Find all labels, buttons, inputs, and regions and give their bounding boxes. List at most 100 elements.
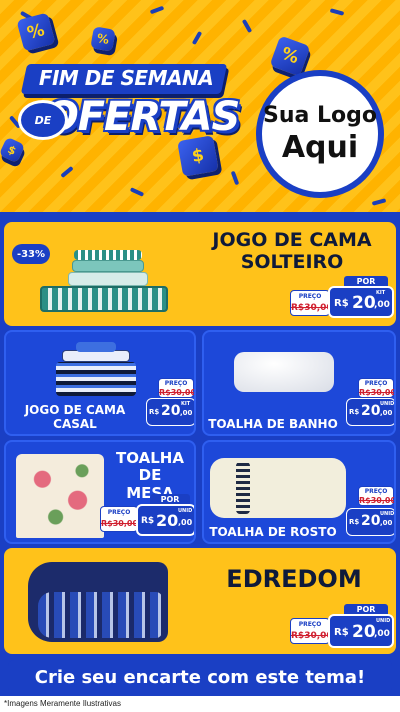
current-price-box: R$ 20 KIT ,00	[146, 398, 194, 426]
old-price-label: PREÇO	[364, 380, 388, 387]
old-price-value: R$30,00	[359, 496, 396, 505]
price-value: 20	[361, 513, 381, 529]
current-price-box: R$ 20 UNID ,00	[346, 508, 395, 536]
product-title: TOALHA DE BANHO	[206, 417, 340, 432]
old-price-value: R$30,00	[291, 631, 333, 641]
old-price-value: R$30,00	[359, 388, 396, 397]
price-currency: R$	[141, 516, 155, 526]
product-title-line1: JOGO DE CAMA	[212, 229, 372, 251]
price-tag: PREÇO R$30,00 R$ 20 UNID ,00	[346, 378, 395, 432]
price-unit: UNID	[380, 511, 395, 517]
confetti	[60, 165, 74, 179]
bedsheet-illustration	[34, 248, 174, 318]
product-title: EDREDOM	[204, 565, 384, 594]
product-card-toalha-mesa[interactable]: TOALHA DE MESA POR PREÇO R$30,00 R$ 20 U…	[4, 440, 196, 544]
product-title: JOGO DE CAMA SOLTEIRO	[194, 229, 390, 274]
old-price-label: PREÇO	[298, 621, 322, 628]
sheet-folded-icon	[56, 362, 136, 396]
old-price-label: PREÇO	[364, 488, 388, 495]
logo-line2: Aqui	[281, 130, 359, 165]
price-value: 20	[161, 403, 181, 419]
price-cents: ,00	[180, 409, 193, 417]
old-price-box: PREÇO R$30,00	[290, 618, 333, 644]
promo-header: % % % $ $ FIM DE SEMANA DE OFERTAS Sua L…	[0, 0, 400, 212]
confetti	[371, 198, 387, 206]
bedsheet-illustration	[56, 342, 136, 400]
plaid-pattern-icon	[38, 592, 162, 638]
price-por-label: POR	[150, 494, 190, 504]
pillowcase-icon	[76, 342, 116, 352]
old-price-label: PREÇO	[298, 293, 322, 300]
confetti	[241, 18, 253, 34]
price-por-label: POR	[344, 276, 388, 286]
product-title-line2: CASAL	[53, 416, 97, 431]
price-value: 20	[352, 293, 376, 313]
price-unit: UNID	[178, 508, 193, 514]
price-value: 20	[352, 622, 376, 642]
promo-title-line1: FIM DE SEMANA	[38, 66, 214, 90]
product-card-edredom[interactable]: EDREDOM POR PREÇO R$30,00 R$ 20 UNID ,00	[4, 548, 396, 654]
old-price-value: R$30,00	[101, 519, 139, 528]
pillowcase-icon	[72, 260, 144, 272]
cream-towel-icon	[210, 458, 346, 518]
current-price-box: R$ 20 UNID ,00	[346, 398, 395, 426]
old-price-box: PREÇO R$30,00	[358, 378, 394, 398]
price-cents: ,00	[374, 629, 390, 639]
towel-illustration	[234, 346, 334, 396]
current-price-box: R$ 20 UNID ,00	[136, 504, 194, 536]
store-logo-placeholder[interactable]: Sua Logo Aqui	[256, 70, 384, 198]
promo-de-badge: DE	[18, 100, 68, 140]
price-currency: R$	[334, 298, 349, 309]
old-price-box: PREÇO R$30,00	[158, 378, 194, 398]
price-tag: PREÇO R$30,00 R$ 20 UNID ,00	[346, 486, 395, 542]
pillowcase-icon	[74, 250, 142, 260]
product-card-toalha-banho[interactable]: TOALHA DE BANHO PREÇO R$30,00 R$ 20 UNID…	[202, 330, 396, 436]
product-title-line1: EDREDOM	[226, 565, 362, 593]
old-price-box: PREÇO R$30,00	[100, 506, 138, 532]
price-currency: R$	[149, 408, 160, 416]
percent-cube-icon: %	[16, 12, 56, 52]
price-cents: ,00	[178, 518, 193, 527]
product-title-line1: TOALHA DE	[116, 449, 184, 485]
current-price-box: R$ 20 UNID ,00	[328, 614, 394, 648]
price-tag: POR PREÇO R$30,00 R$ 20 KIT ,00	[290, 276, 394, 322]
pillowcase-icon	[68, 272, 148, 286]
percent-cube-icon: %	[90, 26, 116, 52]
price-unit: KIT	[376, 290, 386, 296]
floral-tablecloth-icon	[16, 454, 104, 538]
logo-line1: Sua Logo	[262, 103, 377, 128]
product-title: JOGO DE CAMA CASAL	[10, 403, 140, 432]
product-title: TOALHA DE ROSTO	[206, 525, 340, 540]
confetti	[191, 30, 203, 46]
price-unit: UNID	[380, 401, 395, 407]
price-cents: ,00	[380, 409, 393, 417]
white-towel-icon	[234, 352, 334, 392]
tablecloth-illustration	[12, 450, 108, 540]
old-price-label: PREÇO	[107, 509, 131, 516]
price-value: 20	[361, 403, 381, 419]
old-price-value: R$30,00	[291, 303, 333, 313]
product-card-jogo-cama-solteiro[interactable]: -33% JOGO DE CAMA SOLTEIRO POR PREÇO R$3…	[4, 222, 396, 326]
product-title-line1: TOALHA DE BANHO	[208, 417, 338, 431]
confetti	[329, 8, 345, 16]
towel-illustration	[210, 452, 350, 524]
sheet-folded-icon	[40, 286, 168, 312]
price-currency: R$	[334, 627, 349, 638]
price-cents: ,00	[380, 519, 393, 527]
price-unit: UNID	[376, 618, 391, 624]
product-card-toalha-rosto[interactable]: TOALHA DE ROSTO PREÇO R$30,00 R$ 20 UNID…	[202, 440, 396, 544]
old-price-box: PREÇO R$30,00	[290, 290, 333, 316]
product-title-line1: TOALHA DE ROSTO	[209, 525, 337, 539]
old-price-value: R$30,00	[159, 388, 196, 397]
towel-stripe-icon	[236, 462, 250, 514]
images-disclaimer: *Imagens Meramente Ilustrativas	[0, 696, 400, 712]
price-tag: POR PREÇO R$30,00 R$ 20 UNID ,00	[290, 604, 394, 652]
price-currency: R$	[349, 408, 360, 416]
product-card-jogo-cama-casal[interactable]: JOGO DE CAMA CASAL PREÇO R$30,00 R$ 20 K…	[4, 330, 196, 436]
price-unit: KIT	[181, 401, 191, 407]
price-cents: ,00	[374, 300, 390, 310]
price-currency: R$	[349, 518, 360, 526]
confetti	[230, 170, 240, 186]
create-flyer-cta[interactable]: Crie seu encarte com este tema!	[8, 660, 392, 694]
old-price-box: PREÇO R$30,00	[358, 486, 394, 506]
